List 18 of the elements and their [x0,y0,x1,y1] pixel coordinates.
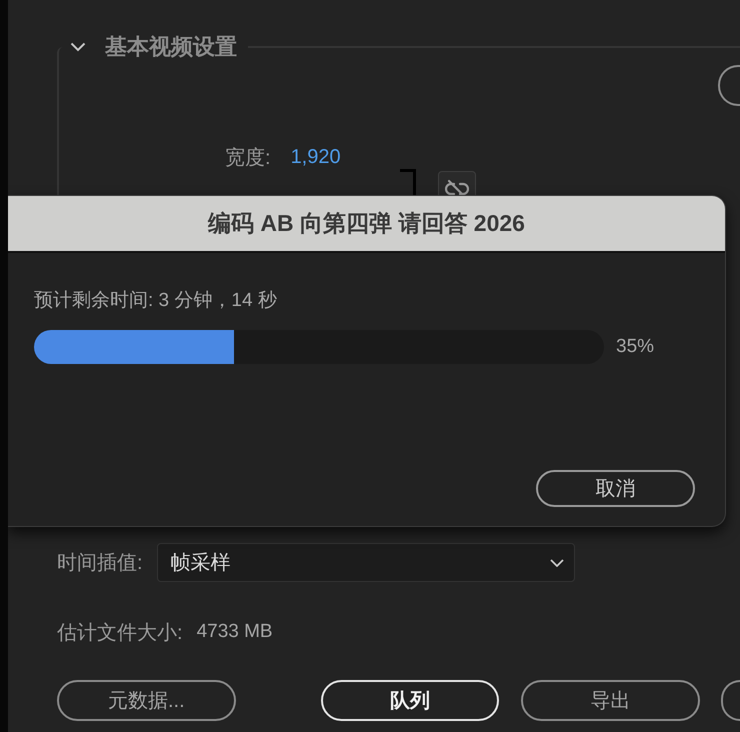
file-size-value: 4733 MB [196,621,273,643]
action-button[interactable]: 元数据... [57,680,236,721]
round-button[interactable] [718,65,740,106]
cancel-button[interactable]: 取消 [536,470,695,507]
chevron-down-icon [550,558,564,566]
interpolation-dropdown[interactable]: 帧采样 [156,543,575,582]
chevron-down-icon[interactable] [70,42,86,52]
field-value[interactable]: 1,920 [290,146,341,168]
interpolation-label: 时间插值: [57,551,143,576]
action-button[interactable]: 导出 [521,680,700,721]
dialog-title: 编码 AB 向第四弹 请回答 2026 [8,196,725,253]
field-label: 宽度: [225,146,271,170]
pill-button[interactable] [721,680,740,721]
action-button[interactable]: 队列 [320,680,500,721]
file-size-label: 估计文件大小: [57,620,183,646]
remaining-time-text: 预计剩余时间: 3 分钟，14 秒 [34,289,277,313]
progress-percent: 35% [616,336,654,358]
section-title: 基本视频设置 [105,33,237,61]
